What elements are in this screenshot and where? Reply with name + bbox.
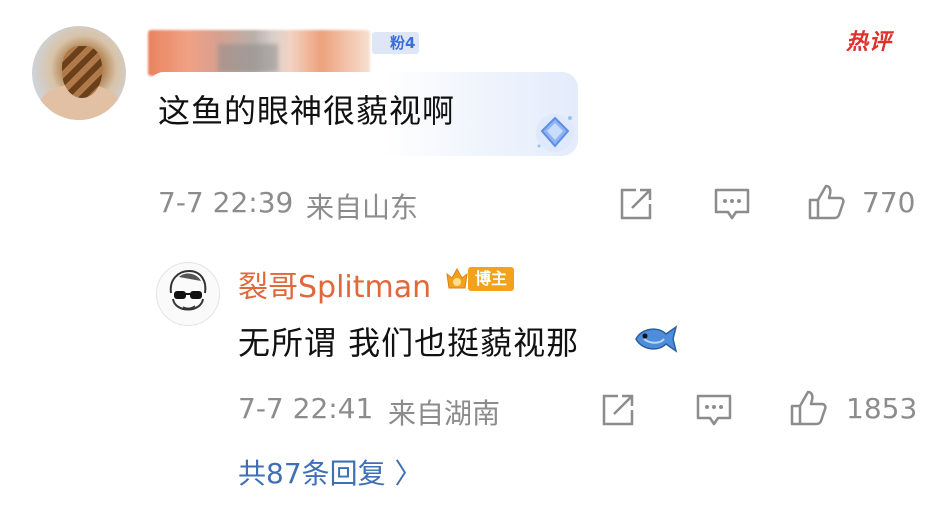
- reply-time: 7-7 22:41: [238, 392, 374, 425]
- gem-bubble-decoration-icon: [536, 114, 574, 152]
- like-count: 770: [862, 186, 916, 219]
- like-icon[interactable]: [806, 182, 846, 222]
- reply-location: 来自湖南: [388, 397, 501, 430]
- comment-location: 来自山东: [306, 191, 419, 224]
- reply-icon[interactable]: [712, 184, 752, 224]
- comment-text: 这鱼的眼神很藐视啊: [158, 92, 456, 130]
- fan-level-badge: 粉4: [372, 32, 420, 54]
- reply-like-icon[interactable]: [788, 388, 828, 428]
- username-blur-overlay: [218, 44, 278, 72]
- reply-share-icon[interactable]: [598, 390, 638, 430]
- more-replies-link[interactable]: 共87条回复 〉: [238, 452, 423, 492]
- blogger-badge-label: 博主: [468, 267, 515, 291]
- commenter-avatar[interactable]: [32, 26, 126, 120]
- blogger-badge: 博主: [444, 264, 516, 294]
- reply-comment-icon[interactable]: [694, 390, 734, 430]
- reply-like-count: 1853: [846, 392, 918, 425]
- reply-text: 无所谓 我们也挺藐视那: [238, 324, 580, 362]
- hot-comment-label: 热评: [846, 30, 893, 55]
- comment-time: 7-7 22:39: [158, 186, 294, 219]
- fish-emoji-icon: [635, 325, 678, 353]
- crown-icon: [446, 267, 468, 289]
- replier-username[interactable]: 裂哥Splitman: [238, 262, 431, 306]
- share-icon[interactable]: [616, 184, 656, 224]
- replier-avatar[interactable]: [156, 262, 220, 326]
